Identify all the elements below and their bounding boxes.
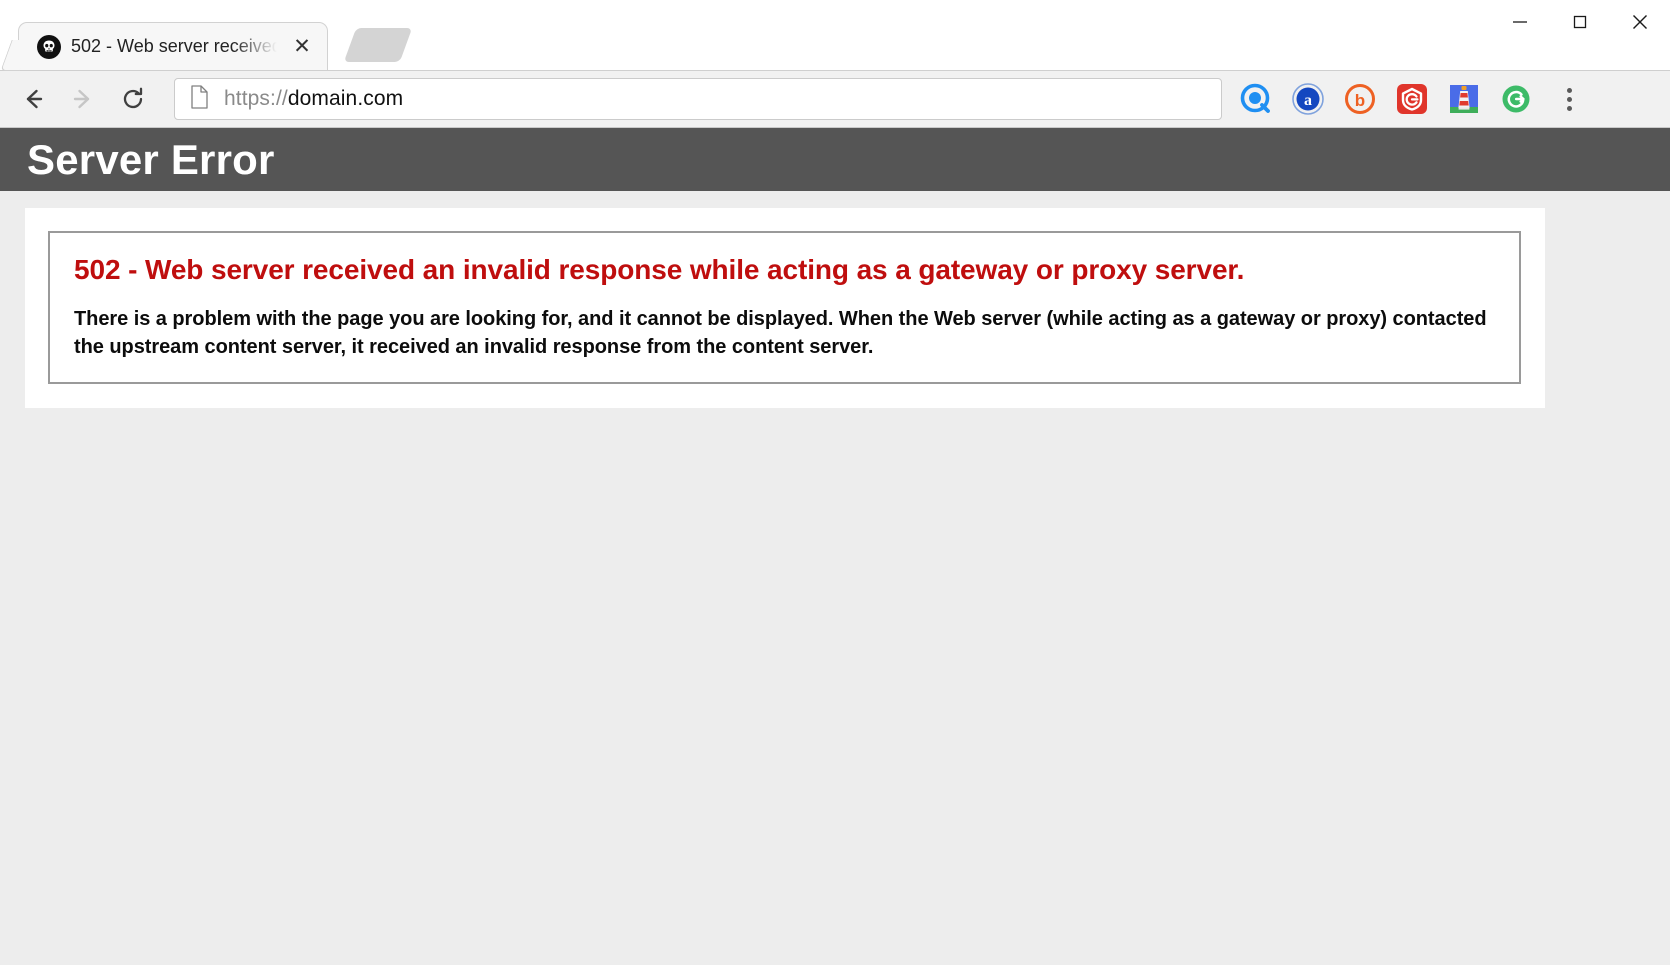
url-host: domain.com	[287, 87, 404, 110]
browser-toolbar: https://domain.com a b	[0, 70, 1670, 128]
tab-strip: 502 - Web server received an invalid res…	[0, 0, 1670, 70]
new-tab-button[interactable]	[343, 28, 413, 62]
shield-check-extension-icon[interactable]	[1386, 73, 1438, 125]
skull-favicon	[37, 34, 61, 59]
svg-text:a: a	[1304, 92, 1312, 109]
maximize-button[interactable]	[1550, 0, 1610, 44]
address-bar[interactable]: https://domain.com	[174, 78, 1222, 120]
server-error-header: Server Error	[0, 128, 1670, 191]
quickfind-extension-icon[interactable]	[1230, 73, 1282, 125]
page-viewport: Server Error 502 - Web server received a…	[0, 128, 1670, 965]
error-description: There is a problem with the page you are…	[74, 308, 1487, 359]
url-scheme: https://	[224, 87, 288, 110]
reload-button[interactable]	[108, 74, 158, 124]
minimize-button[interactable]	[1490, 0, 1550, 44]
forward-button	[58, 74, 108, 124]
alexa-extension-icon[interactable]: a	[1282, 73, 1334, 125]
browser-menu-button[interactable]	[1548, 73, 1590, 125]
error-message-box: 502 - Web server received an invalid res…	[48, 231, 1521, 384]
svg-text:b: b	[1355, 91, 1365, 110]
page-title: Server Error	[27, 135, 275, 183]
extension-icons: a b	[1230, 73, 1542, 125]
url-text: https://domain.com	[224, 87, 403, 111]
menu-dot	[1566, 87, 1572, 93]
browser-window: 502 - Web server received an invalid res…	[0, 0, 1670, 965]
menu-dot	[1566, 105, 1572, 111]
bitly-extension-icon[interactable]: b	[1334, 73, 1386, 125]
close-button[interactable]	[1610, 0, 1670, 44]
back-button[interactable]	[8, 74, 58, 124]
tab-close-icon[interactable]: ✕	[289, 34, 315, 60]
tab-title: 502 - Web server received an invalid res…	[71, 36, 279, 56]
grammarly-extension-icon[interactable]	[1490, 73, 1542, 125]
page-icon	[189, 84, 210, 114]
content-sheet: 502 - Web server received an invalid res…	[25, 208, 1545, 408]
menu-dot	[1566, 96, 1572, 102]
lighthouse-extension-icon[interactable]	[1438, 73, 1490, 125]
window-controls	[1490, 0, 1670, 44]
error-title: 502 - Web server received an invalid res…	[74, 254, 1245, 285]
browser-tab-active[interactable]: 502 - Web server received an invalid res…	[18, 22, 328, 70]
